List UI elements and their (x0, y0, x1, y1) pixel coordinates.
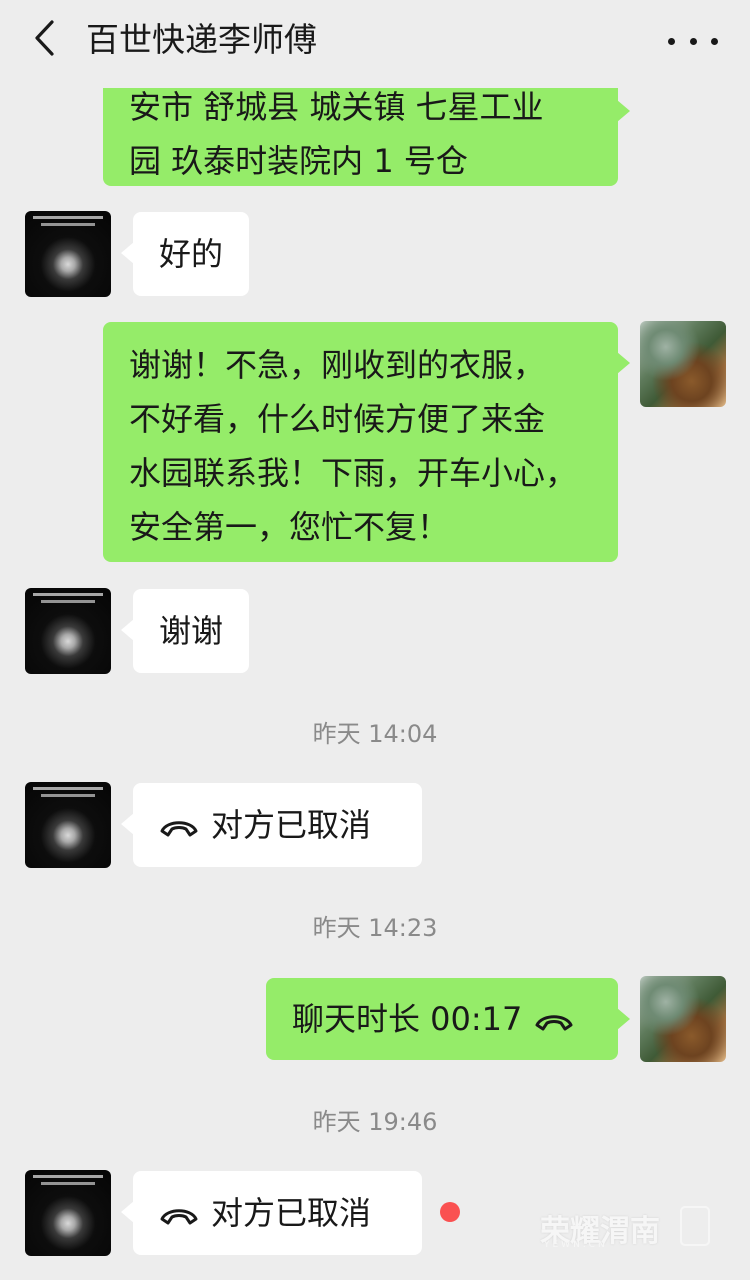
message-text: 谢谢 (159, 612, 224, 650)
avatar-caption-line (33, 1175, 103, 1178)
avatar-caption-line (41, 794, 95, 797)
message-bubble-incoming[interactable]: 好的 (120, 212, 250, 296)
chat-area[interactable]: 安市 舒城县 城关镇 七星工业 园 玖泰时装院内 1 号仓 好的 谢谢！不急，刚… (0, 0, 750, 1280)
contact-avatar[interactable] (25, 1170, 111, 1256)
contact-avatar[interactable] (25, 211, 111, 297)
watermark-phone-icon (680, 1206, 710, 1246)
chat-title: 百世快递李师傅 (86, 20, 317, 59)
call-record-bubble[interactable]: 聊天时长 00:17 (266, 978, 630, 1060)
avatar-caption-line (33, 593, 103, 596)
chevron-left-icon (32, 19, 56, 61)
call-record-bubble[interactable]: 对方已取消 (121, 1171, 422, 1255)
call-status-text: 对方已取消 (211, 1194, 372, 1232)
call-status-text: 对方已取消 (211, 806, 372, 844)
phone-hangup-icon (159, 1188, 199, 1242)
avatar-caption-line (41, 1182, 95, 1185)
contact-avatar[interactable] (25, 782, 111, 868)
more-dots-icon (689, 37, 697, 45)
message-text: 安市 舒城县 城关镇 七星工业 (129, 88, 544, 126)
my-avatar[interactable] (640, 976, 726, 1062)
call-duration-text: 聊天时长 00:17 (292, 1000, 523, 1038)
more-dots-icon (711, 37, 718, 45)
more-button[interactable] (668, 26, 718, 56)
phone-hangup-icon (159, 800, 199, 854)
message-text: 安全第一，您忙不复！ (129, 508, 450, 546)
contact-avatar[interactable] (25, 588, 111, 674)
message-text: 不好看，什么时候方便了来金 (129, 400, 546, 438)
timestamp: 昨天 19:46 (312, 1108, 438, 1136)
message-text: 谢谢！不急，刚收到的衣服， (129, 346, 546, 384)
chat-header: 百世快递李师傅 (0, 0, 750, 88)
message-text: 园 玖泰时装院内 1 号仓 (129, 142, 468, 180)
watermark-logo: 荣耀渭南 YEWN.CN (540, 1204, 710, 1252)
watermark-subtext: YEWN.CN (544, 1240, 608, 1250)
phone-hangup-icon (534, 994, 574, 1048)
avatar-caption-line (41, 223, 95, 226)
avatar-caption-line (33, 787, 103, 790)
message-bubble-outgoing[interactable]: 谢谢！不急，刚收到的衣服， 不好看，什么时候方便了来金 水园联系我！下雨，开车小… (103, 322, 630, 562)
back-button[interactable] (22, 18, 66, 62)
call-record-bubble[interactable]: 对方已取消 (121, 783, 422, 867)
message-bubble-incoming[interactable]: 谢谢 (120, 589, 250, 673)
message-text: 水园联系我！下雨，开车小心， (129, 454, 578, 492)
more-dots-icon (668, 37, 675, 45)
unread-dot (440, 1202, 460, 1222)
timestamp: 昨天 14:04 (312, 720, 438, 748)
timestamp: 昨天 14:23 (312, 914, 438, 942)
message-text: 好的 (159, 235, 224, 273)
avatar-caption-line (33, 216, 103, 219)
my-avatar[interactable] (640, 321, 726, 407)
avatar-caption-line (41, 600, 95, 603)
